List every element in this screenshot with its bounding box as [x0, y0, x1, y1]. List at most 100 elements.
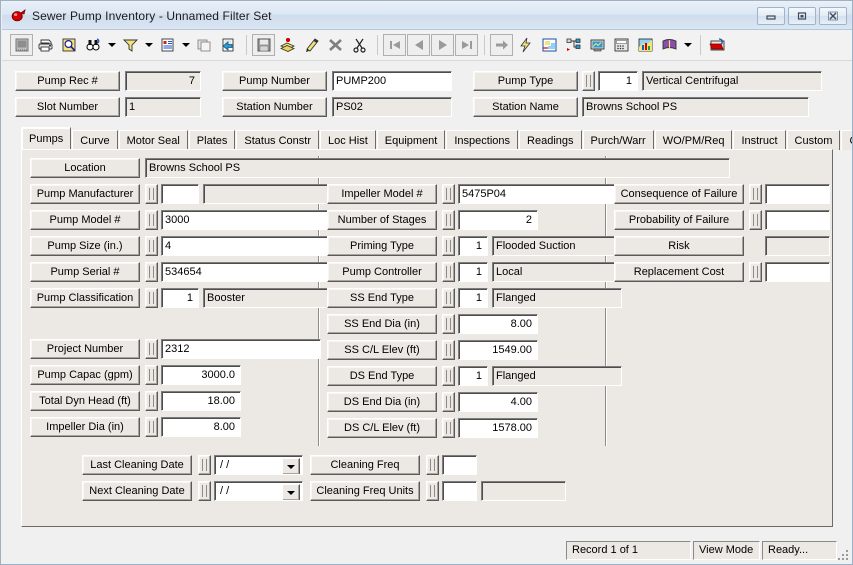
- tab-comments[interactable]: Comments: [841, 130, 852, 150]
- replacement-cost-lookup-button[interactable]: [749, 262, 762, 282]
- project-number-input[interactable]: 2312: [161, 339, 321, 359]
- help-book-button[interactable]: [658, 34, 681, 56]
- pump-capac-gpm-lookup-button[interactable]: [145, 365, 158, 385]
- next-cleaning-date-label[interactable]: Next Cleaning Date: [82, 481, 192, 501]
- number-of-stages-lookup-button[interactable]: [442, 210, 455, 230]
- maximize-button[interactable]: [788, 7, 816, 25]
- probability-of-failure-lookup-button[interactable]: [749, 210, 762, 230]
- next-record-button[interactable]: [431, 34, 454, 56]
- find-button[interactable]: [82, 34, 105, 56]
- first-record-button[interactable]: [383, 34, 406, 56]
- pump-classification-lookup-button[interactable]: [145, 288, 158, 308]
- save-button[interactable]: [252, 34, 275, 56]
- number-of-stages-input[interactable]: 2: [458, 210, 538, 230]
- tab-motor-seal[interactable]: Motor Seal: [118, 130, 188, 150]
- next-cleaning-date-dropdown-button[interactable]: [282, 484, 300, 500]
- tab-inspections[interactable]: Inspections: [446, 130, 519, 150]
- pump-size-in-label[interactable]: Pump Size (in.): [30, 236, 140, 256]
- quick-action-button[interactable]: [514, 34, 537, 56]
- replacement-cost-input[interactable]: [765, 262, 830, 282]
- print-preview-button[interactable]: [58, 34, 81, 56]
- cut-button[interactable]: [348, 34, 371, 56]
- station-name-label[interactable]: Station Name: [473, 97, 578, 117]
- impeller-model-label[interactable]: Impeller Model #: [327, 184, 437, 204]
- find-dropdown[interactable]: [106, 34, 118, 56]
- pump-rec-label[interactable]: Pump Rec #: [15, 71, 120, 91]
- ss-end-type-label[interactable]: SS End Type: [327, 288, 437, 308]
- last-cleaning-date-lookup-button[interactable]: [198, 455, 211, 475]
- pump-manufacturer-code-input[interactable]: [161, 184, 199, 204]
- ds-end-dia-in-label[interactable]: DS End Dia (in): [327, 392, 437, 412]
- consequence-of-failure-input[interactable]: [765, 184, 830, 204]
- monitor-button[interactable]: [586, 34, 609, 56]
- cleaning-freq-lookup-button[interactable]: [426, 455, 439, 475]
- ds-end-dia-in-lookup-button[interactable]: [442, 392, 455, 412]
- pump-serial-lookup-button[interactable]: [145, 262, 158, 282]
- tab-curve[interactable]: Curve: [72, 130, 118, 150]
- pump-size-in-lookup-button[interactable]: [145, 236, 158, 256]
- replacement-cost-label[interactable]: Replacement Cost: [614, 262, 744, 282]
- ds-end-type-label[interactable]: DS End Type: [327, 366, 437, 386]
- pump-manufacturer-lookup-button[interactable]: [145, 184, 158, 204]
- total-dyn-head-ft-label[interactable]: Total Dyn Head (ft): [30, 391, 140, 411]
- ss-c-l-elev-ft-input[interactable]: 1549.00: [458, 340, 538, 360]
- consequence-of-failure-label[interactable]: Consequence of Failure: [614, 184, 744, 204]
- pump-serial-input[interactable]: 534654: [161, 262, 334, 282]
- pump-model-lookup-button[interactable]: [145, 210, 158, 230]
- impeller-dia-in-label[interactable]: Impeller Dia (in): [30, 417, 140, 437]
- probability-of-failure-label[interactable]: Probability of Failure: [614, 210, 744, 230]
- tab-plates[interactable]: Plates: [188, 130, 236, 150]
- pump-serial-label[interactable]: Pump Serial #: [30, 262, 140, 282]
- priming-type-lookup-button[interactable]: [442, 236, 455, 256]
- hierarchy-button[interactable]: [562, 34, 585, 56]
- slot-number-label[interactable]: Slot Number: [15, 97, 120, 117]
- pump-controller-code-input[interactable]: 1: [458, 262, 488, 282]
- tab-wo-pm-req[interactable]: WO/PM/Req: [654, 130, 733, 150]
- close-button[interactable]: [819, 7, 847, 25]
- impeller-model-input[interactable]: 5475P04: [458, 184, 618, 204]
- pump-classification-code-input[interactable]: 1: [161, 288, 199, 308]
- fax-button[interactable]: [610, 34, 633, 56]
- priming-type-label[interactable]: Priming Type: [327, 236, 437, 256]
- pump-capac-gpm-input[interactable]: 3000.0: [161, 365, 241, 385]
- cleaning-freq-units-lookup-button[interactable]: [426, 481, 439, 501]
- probability-of-failure-input[interactable]: [765, 210, 830, 230]
- pump-controller-lookup-button[interactable]: [442, 262, 455, 282]
- pump-number-input[interactable]: PUMP200: [332, 71, 452, 91]
- pump-controller-label[interactable]: Pump Controller: [327, 262, 437, 282]
- add-record-button[interactable]: [276, 34, 299, 56]
- filter-dropdown[interactable]: [143, 34, 155, 56]
- ds-c-l-elev-ft-input[interactable]: 1578.00: [458, 418, 538, 438]
- cleaning-freq-units-code-input[interactable]: [442, 481, 477, 501]
- minimize-button[interactable]: [757, 7, 785, 25]
- ds-end-type-code-input[interactable]: 1: [458, 366, 488, 386]
- pump-type-lookup-button[interactable]: [582, 71, 595, 91]
- next-cleaning-date-input[interactable]: / /: [214, 481, 303, 501]
- project-number-lookup-button[interactable]: [145, 339, 158, 359]
- last-record-button[interactable]: [455, 34, 478, 56]
- delete-record-button[interactable]: [324, 34, 347, 56]
- last-cleaning-date-dropdown-button[interactable]: [282, 458, 300, 474]
- impeller-dia-in-lookup-button[interactable]: [145, 417, 158, 437]
- ss-end-type-code-input[interactable]: 1: [458, 288, 488, 308]
- ss-end-dia-in-label[interactable]: SS End Dia (in): [327, 314, 437, 334]
- pump-model-input[interactable]: 3000: [161, 210, 334, 230]
- ds-end-type-lookup-button[interactable]: [442, 366, 455, 386]
- pump-size-in-input[interactable]: 4: [161, 236, 334, 256]
- cleaning-freq-label[interactable]: Cleaning Freq: [310, 455, 420, 475]
- impeller-dia-in-input[interactable]: 8.00: [161, 417, 241, 437]
- pump-type-code-input[interactable]: 1: [598, 71, 638, 91]
- help-dropdown[interactable]: [682, 34, 694, 56]
- tab-pumps[interactable]: Pumps: [21, 127, 72, 149]
- goto-record-button[interactable]: [490, 34, 513, 56]
- tab-status-constr[interactable]: Status Constr: [236, 130, 320, 150]
- location-label[interactable]: Location: [30, 158, 140, 178]
- tab-readings[interactable]: Readings: [519, 130, 582, 150]
- ds-c-l-elev-ft-lookup-button[interactable]: [442, 418, 455, 438]
- ss-end-type-lookup-button[interactable]: [442, 288, 455, 308]
- export-button[interactable]: [217, 34, 240, 56]
- tab-loc-hist[interactable]: Loc Hist: [320, 130, 376, 150]
- number-of-stages-label[interactable]: Number of Stages: [327, 210, 437, 230]
- previous-record-button[interactable]: [407, 34, 430, 56]
- last-cleaning-date-label[interactable]: Last Cleaning Date: [82, 455, 192, 475]
